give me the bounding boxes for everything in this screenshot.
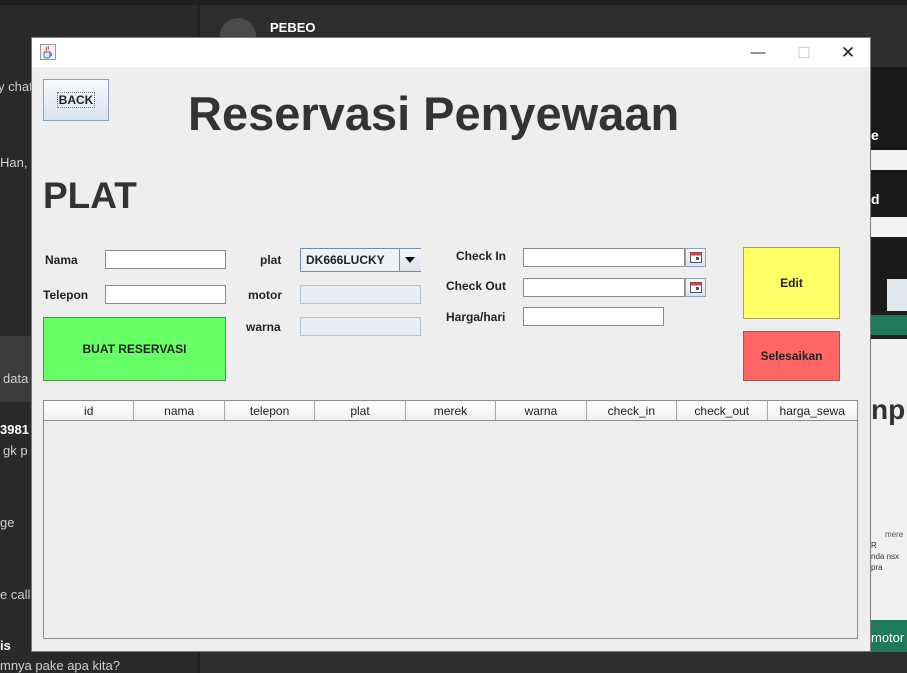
other-window-text: R <box>871 541 877 550</box>
harga-input[interactable] <box>523 307 664 326</box>
edit-button[interactable]: Edit <box>743 247 840 319</box>
close-button[interactable]: ✕ <box>825 38 871 67</box>
other-window-text: motor <box>871 630 905 645</box>
chat-snippet: is <box>0 638 11 653</box>
buat-reservasi-button[interactable]: BUAT RESERVASI <box>43 317 226 381</box>
column-header-id[interactable]: id <box>44 401 135 420</box>
window-titlebar[interactable]: — ☐ ✕ <box>32 38 870 67</box>
background-other-window: e d npu mere R nda nsx pra motor <box>871 67 907 652</box>
telepon-label: Telepon <box>43 288 89 302</box>
java-cup-icon <box>40 44 56 60</box>
back-label: BACK <box>56 92 96 108</box>
back-button[interactable]: BACK <box>43 79 109 121</box>
plat-label: plat <box>260 253 282 267</box>
column-header-harga-sewa[interactable]: harga_sewa <box>768 401 857 420</box>
chat-snippet: data <box>3 371 29 386</box>
motor-label: motor <box>248 288 282 302</box>
page-title: Reservasi Penyewaan <box>188 87 680 140</box>
harga-label: Harga/hari <box>446 310 506 324</box>
column-header-merek[interactable]: merek <box>406 401 497 420</box>
checkin-calendar-icon[interactable] <box>685 248 706 267</box>
plat-heading: PLAT <box>43 175 137 216</box>
checkout-date-input[interactable] <box>523 278 685 297</box>
checkout-calendar-icon[interactable] <box>685 278 706 297</box>
checkout-label: Check Out <box>446 279 507 293</box>
column-header-check-in[interactable]: check_in <box>587 401 678 420</box>
telepon-input[interactable] <box>105 285 226 304</box>
column-header-warna[interactable]: warna <box>496 401 587 420</box>
chat-snippet: mnya pake apa kita? <box>0 658 120 673</box>
checkin-date-input[interactable] <box>523 248 685 267</box>
chat-snippet: 3981 <box>0 422 29 437</box>
other-window-text: nda nsx <box>871 552 900 561</box>
plat-selected-value: DK666LUCKY <box>306 253 385 267</box>
column-header-plat[interactable]: plat <box>315 401 406 420</box>
warna-label: warna <box>246 320 281 334</box>
other-window-text: mere <box>885 530 904 539</box>
minimize-button[interactable]: — <box>735 38 781 67</box>
maximize-button[interactable]: ☐ <box>781 38 827 67</box>
plat-dropdown[interactable]: DK666LUCKY <box>300 248 421 272</box>
other-window-text: e <box>871 127 879 143</box>
contact-name: PEBEO <box>270 20 316 35</box>
chat-snippet: Han, I <box>0 155 35 170</box>
chevron-down-icon[interactable] <box>399 249 421 271</box>
reservation-table[interactable]: id nama telepon plat merek warna check_i… <box>43 400 858 639</box>
other-window-text: pra <box>871 563 883 572</box>
column-header-telepon[interactable]: telepon <box>225 401 316 420</box>
motor-field <box>300 285 421 304</box>
column-header-check-out[interactable]: check_out <box>677 401 768 420</box>
nama-input[interactable] <box>105 250 226 269</box>
checkin-label: Check In <box>456 249 507 263</box>
table-header: id nama telepon plat merek warna check_i… <box>44 401 857 421</box>
warna-field <box>300 317 421 336</box>
chat-snippet: e call <box>0 587 31 602</box>
other-window-text: d <box>871 191 880 207</box>
chat-snippet: y chat <box>0 79 33 94</box>
selesaikan-button[interactable]: Selesaikan <box>743 331 840 381</box>
other-window-text: npu <box>871 394 907 425</box>
background-selected-chat <box>0 336 32 402</box>
nama-label: Nama <box>45 253 78 267</box>
column-header-nama[interactable]: nama <box>134 401 225 420</box>
chat-snippet: gk p <box>3 443 28 458</box>
chat-snippet: ge <box>0 515 15 530</box>
reservation-window: — ☐ ✕ BACK Reservasi Penyewaan PLAT Nama… <box>31 37 871 652</box>
